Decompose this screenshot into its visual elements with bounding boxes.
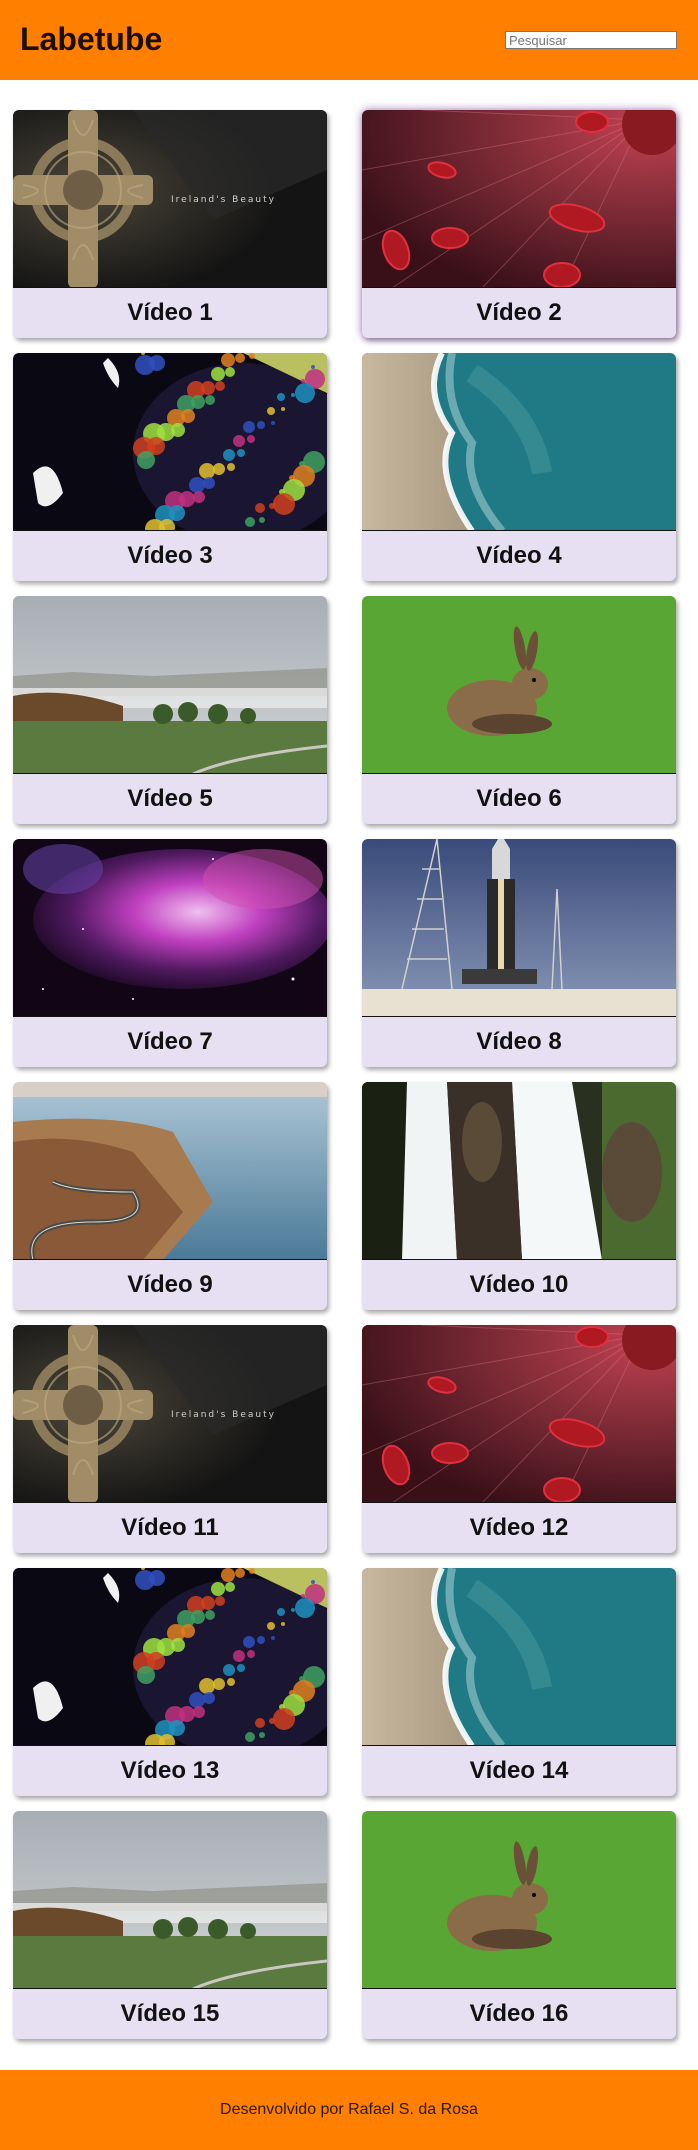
search-input[interactable] [505,31,677,49]
video-card[interactable]: Vídeo 13 [13,1568,327,1796]
video-card[interactable]: Vídeo 5 [13,596,327,824]
video-card[interactable]: Vídeo 6 [362,596,676,824]
video-card[interactable]: Vídeo 3 [13,353,327,581]
video-card[interactable]: Vídeo 2 [362,110,676,338]
thumbnail-overlay-text: Ireland's Beauty [171,1410,276,1420]
video-title[interactable]: Vídeo 13 [13,1746,327,1796]
video-card[interactable]: Vídeo 15 [13,1811,327,2039]
video-title[interactable]: Vídeo 3 [13,531,327,581]
video-title[interactable]: Vídeo 14 [362,1746,676,1796]
video-thumbnail[interactable] [13,353,327,531]
video-card[interactable]: Vídeo 8 [362,839,676,1067]
video-title[interactable]: Vídeo 1 [13,288,327,338]
video-title[interactable]: Vídeo 7 [13,1017,327,1067]
video-title[interactable]: Vídeo 8 [362,1017,676,1067]
video-title[interactable]: Vídeo 4 [362,531,676,581]
video-card[interactable]: Vídeo 10 [362,1082,676,1310]
video-card[interactable]: Vídeo 9 [13,1082,327,1310]
video-thumbnail[interactable] [13,1568,327,1746]
footer-credit: Desenvolvido por Rafael S. da Rosa [220,2101,478,2118]
video-thumbnail[interactable] [362,1325,676,1503]
video-card[interactable]: Vídeo 16 [362,1811,676,2039]
video-title[interactable]: Vídeo 16 [362,1989,676,2039]
video-thumbnail[interactable] [13,596,327,774]
video-thumbnail[interactable] [13,1811,327,1989]
video-thumbnail[interactable] [362,1082,676,1260]
video-thumbnail[interactable] [362,1568,676,1746]
video-title[interactable]: Vídeo 2 [362,288,676,338]
video-title[interactable]: Vídeo 5 [13,774,327,824]
site-logo[interactable]: Labetube [20,20,162,58]
video-thumbnail[interactable] [13,839,327,1017]
video-title[interactable]: Vídeo 15 [13,1989,327,2039]
video-card[interactable]: Vídeo 7 [13,839,327,1067]
video-card[interactable]: Ireland's Beauty Vídeo 1 [13,110,327,338]
video-title[interactable]: Vídeo 12 [362,1503,676,1553]
video-title[interactable]: Vídeo 9 [13,1260,327,1310]
video-thumbnail[interactable] [362,839,676,1017]
video-thumbnail[interactable] [362,353,676,531]
video-title[interactable]: Vídeo 10 [362,1260,676,1310]
video-card[interactable]: Vídeo 4 [362,353,676,581]
video-thumbnail[interactable] [362,596,676,774]
site-header: Labetube [0,0,698,80]
thumbnail-overlay-text: Ireland's Beauty [171,195,276,205]
video-card[interactable]: Ireland's Beauty Vídeo 11 [13,1325,327,1553]
video-title[interactable]: Vídeo 11 [13,1503,327,1553]
video-card[interactable]: Vídeo 14 [362,1568,676,1796]
video-thumbnail[interactable] [362,110,676,288]
video-thumbnail[interactable]: Ireland's Beauty [13,1325,327,1503]
video-thumbnail[interactable]: Ireland's Beauty [13,110,327,288]
video-title[interactable]: Vídeo 6 [362,774,676,824]
video-thumbnail[interactable] [362,1811,676,1989]
site-footer: Desenvolvido por Rafael S. da Rosa [0,2070,698,2150]
video-thumbnail[interactable] [13,1082,327,1260]
video-card[interactable]: Vídeo 12 [362,1325,676,1553]
